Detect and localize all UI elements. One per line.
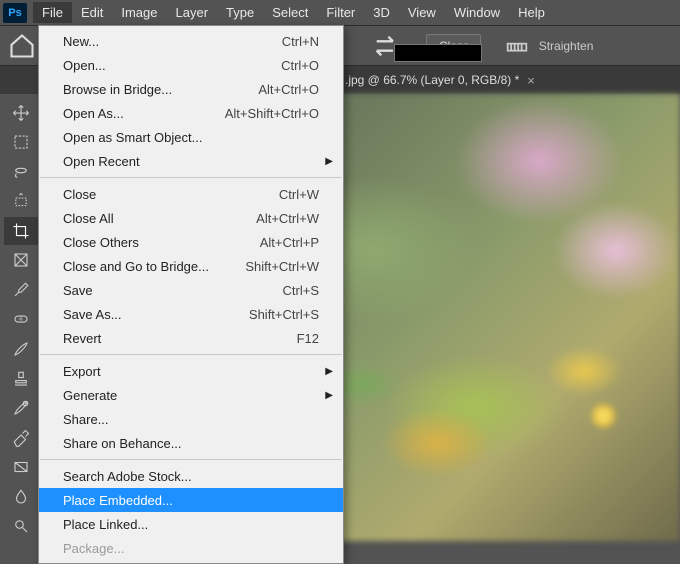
app-logo: Ps	[3, 3, 27, 23]
menu-item-label: Revert	[63, 331, 101, 346]
brush-tool[interactable]	[4, 335, 38, 363]
menu-item-shortcut: F12	[297, 331, 319, 346]
gradient-preview[interactable]	[394, 44, 482, 62]
menu-item-label: Open as Smart Object...	[63, 130, 202, 145]
dodge-tool[interactable]	[4, 512, 38, 540]
menu-type[interactable]: Type	[217, 2, 263, 23]
menu-item-save-as[interactable]: Save As... Shift+Ctrl+S	[39, 302, 343, 326]
marquee-tool[interactable]	[4, 129, 38, 157]
menu-item-open-recent[interactable]: Open Recent ▶	[39, 149, 343, 173]
menu-item-label: Package...	[63, 541, 124, 556]
move-tool[interactable]	[4, 99, 38, 127]
blur-tool[interactable]	[4, 483, 38, 511]
menu-view[interactable]: View	[399, 2, 445, 23]
healing-tool[interactable]	[4, 306, 38, 334]
menu-item-shortcut: Ctrl+N	[282, 34, 319, 49]
menu-item-share[interactable]: Share...	[39, 407, 343, 431]
menu-item-open[interactable]: Open... Ctrl+O	[39, 53, 343, 77]
menu-item-share-on-behance[interactable]: Share on Behance...	[39, 431, 343, 455]
eyedropper-tool[interactable]	[4, 276, 38, 304]
menu-item-label: Open As...	[63, 106, 124, 121]
stamp-tool[interactable]	[4, 365, 38, 393]
menu-layer[interactable]: Layer	[167, 2, 218, 23]
menu-item-label: Place Linked...	[63, 517, 148, 532]
menu-item-generate[interactable]: Generate ▶	[39, 383, 343, 407]
menu-item-search-adobe-stock[interactable]: Search Adobe Stock...	[39, 464, 343, 488]
close-icon[interactable]: ×	[527, 73, 535, 88]
menu-item-browse-in-bridge[interactable]: Browse in Bridge... Alt+Ctrl+O	[39, 77, 343, 101]
menu-item-close-others[interactable]: Close Others Alt+Ctrl+P	[39, 230, 343, 254]
menu-item-save[interactable]: Save Ctrl+S	[39, 278, 343, 302]
menu-item-new[interactable]: New... Ctrl+N	[39, 29, 343, 53]
menu-select[interactable]: Select	[263, 2, 317, 23]
home-icon[interactable]	[8, 32, 36, 60]
menu-item-label: Generate	[63, 388, 117, 403]
tool-sidebar	[0, 94, 42, 541]
menu-item-label: Share on Behance...	[63, 436, 182, 451]
history-brush-tool[interactable]	[4, 394, 38, 422]
menu-item-close-and-go-to-bridge[interactable]: Close and Go to Bridge... Shift+Ctrl+W	[39, 254, 343, 278]
straighten-label: Straighten	[539, 39, 594, 53]
menubar: Ps FileEditImageLayerTypeSelectFilter3DV…	[0, 0, 680, 26]
menu-item-label: Open Recent	[63, 154, 140, 169]
menu-item-close[interactable]: Close Ctrl+W	[39, 182, 343, 206]
submenu-arrow-icon: ▶	[325, 366, 333, 377]
submenu-arrow-icon: ▶	[325, 156, 333, 167]
frame-tool[interactable]	[4, 247, 38, 275]
menu-separator	[40, 354, 342, 355]
menu-item-place-embedded[interactable]: Place Embedded...	[39, 488, 343, 512]
menu-item-label: Save	[63, 283, 93, 298]
file-menu-dropdown: New... Ctrl+N Open... Ctrl+O Browse in Bridg…	[38, 25, 344, 564]
menu-item-revert[interactable]: Revert F12	[39, 326, 343, 350]
menu-edit[interactable]: Edit	[72, 2, 112, 23]
menu-item-label: Save As...	[63, 307, 122, 322]
menu-3d[interactable]: 3D	[364, 2, 399, 23]
menu-window[interactable]: Window	[445, 2, 509, 23]
gradient-tool[interactable]	[4, 453, 38, 481]
lasso-tool[interactable]	[4, 158, 38, 186]
menu-file[interactable]: File	[33, 2, 72, 23]
menu-item-open-as-smart-object[interactable]: Open as Smart Object...	[39, 125, 343, 149]
crop-tool[interactable]	[4, 217, 38, 245]
menu-item-label: Share...	[63, 412, 109, 427]
menu-item-shortcut: Alt+Shift+Ctrl+O	[225, 106, 319, 121]
menu-item-label: Export	[63, 364, 101, 379]
menu-item-label: Place Embedded...	[63, 493, 173, 508]
menu-help[interactable]: Help	[509, 2, 554, 23]
menu-item-label: Close and Go to Bridge...	[63, 259, 209, 274]
menu-item-shortcut: Shift+Ctrl+S	[249, 307, 319, 322]
menu-item-open-as[interactable]: Open As... Alt+Shift+Ctrl+O	[39, 101, 343, 125]
submenu-arrow-icon: ▶	[325, 390, 333, 401]
menu-item-label: Search Adobe Stock...	[63, 469, 192, 484]
menu-item-label: New...	[63, 34, 99, 49]
menu-item-shortcut: Alt+Ctrl+W	[256, 211, 319, 226]
menu-image[interactable]: Image	[112, 2, 166, 23]
menu-item-shortcut: Alt+Ctrl+P	[260, 235, 319, 250]
menu-item-export[interactable]: Export ▶	[39, 359, 343, 383]
menu-item-label: Close Others	[63, 235, 139, 250]
menu-item-shortcut: Ctrl+W	[279, 187, 319, 202]
menu-item-label: Close All	[63, 211, 114, 226]
document-title: .jpg @ 66.7% (Layer 0, RGB/8) *	[345, 73, 519, 87]
menu-item-package: Package...	[39, 536, 343, 560]
quick-select-tool[interactable]	[4, 188, 38, 216]
eraser-tool[interactable]	[4, 424, 38, 452]
menu-item-label: Open...	[63, 58, 106, 73]
document-tab[interactable]: .jpg @ 66.7% (Layer 0, RGB/8) * ×	[345, 73, 535, 88]
menu-item-label: Browse in Bridge...	[63, 82, 172, 97]
menu-separator	[40, 177, 342, 178]
menu-item-shortcut: Alt+Ctrl+O	[258, 82, 319, 97]
menu-item-place-linked[interactable]: Place Linked...	[39, 512, 343, 536]
menu-item-shortcut: Ctrl+S	[283, 283, 319, 298]
menu-item-label: Close	[63, 187, 96, 202]
straighten-icon[interactable]	[503, 32, 531, 60]
menu-item-shortcut: Ctrl+O	[281, 58, 319, 73]
menu-item-shortcut: Shift+Ctrl+W	[245, 259, 319, 274]
menu-separator	[40, 459, 342, 460]
menu-item-close-all[interactable]: Close All Alt+Ctrl+W	[39, 206, 343, 230]
menu-filter[interactable]: Filter	[317, 2, 364, 23]
